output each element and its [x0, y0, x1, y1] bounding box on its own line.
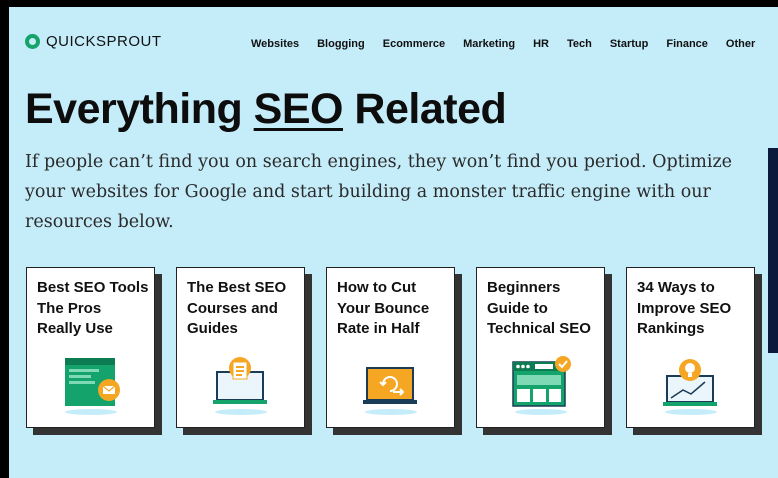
page: QUICKSPROUT Websites Blogging Ecommerce …: [9, 7, 778, 478]
page-title: Everything SEO Related: [25, 85, 507, 134]
nav-item-hr[interactable]: HR: [533, 38, 549, 50]
resource-card[interactable]: 34 Ways to Improve SEO Rankings: [626, 267, 755, 428]
logo-icon: [25, 34, 40, 49]
title-after: Related: [342, 85, 507, 133]
side-panel-edge: [768, 148, 778, 353]
nav-item-ecommerce[interactable]: Ecommerce: [383, 38, 445, 50]
card-title: How to Cut Your Bounce Rate in Half: [337, 279, 430, 337]
site-logo[interactable]: QUICKSPROUT: [25, 33, 162, 50]
title-highlight: SEO: [253, 85, 344, 133]
laptop-refresh-icon: [363, 367, 417, 415]
nav-item-blogging[interactable]: Blogging: [317, 38, 365, 50]
card-title: Best SEO Tools The Pros Really Use: [37, 279, 149, 337]
nav-item-startup[interactable]: Startup: [610, 38, 649, 50]
main-nav: Websites Blogging Ecommerce Marketing HR…: [251, 38, 773, 50]
nav-item-finance[interactable]: Finance: [666, 38, 708, 50]
site-header: QUICKSPROUT Websites Blogging Ecommerce …: [9, 7, 778, 67]
title-before: Everything: [25, 85, 254, 133]
logo-text: QUICKSPROUT: [46, 33, 162, 50]
card-title: 34 Ways to Improve SEO Rankings: [637, 279, 732, 337]
email-screen-icon: [65, 358, 120, 415]
nav-item-marketing[interactable]: Marketing: [463, 38, 515, 50]
card-title: The Best SEO Courses and Guides: [187, 279, 287, 337]
nav-item-other[interactable]: Other: [726, 38, 755, 50]
resource-card[interactable]: How to Cut Your Bounce Rate in Half: [326, 267, 455, 428]
page-description: If people can’t find you on search engin…: [25, 152, 733, 232]
laptop-checklist-icon: [213, 357, 267, 415]
card-title: Beginners Guide to Technical SEO: [487, 279, 591, 337]
nav-item-tech[interactable]: Tech: [567, 38, 592, 50]
resource-card[interactable]: Beginners Guide to Technical SEO: [476, 267, 605, 428]
nav-item-websites[interactable]: Websites: [251, 38, 299, 50]
resource-card[interactable]: Best SEO Tools The Pros Really Use: [26, 267, 155, 428]
www-browser-icon: [512, 356, 571, 415]
resource-card[interactable]: The Best SEO Courses and Guides: [176, 267, 305, 428]
laptop-lightbulb-icon: [663, 359, 717, 415]
